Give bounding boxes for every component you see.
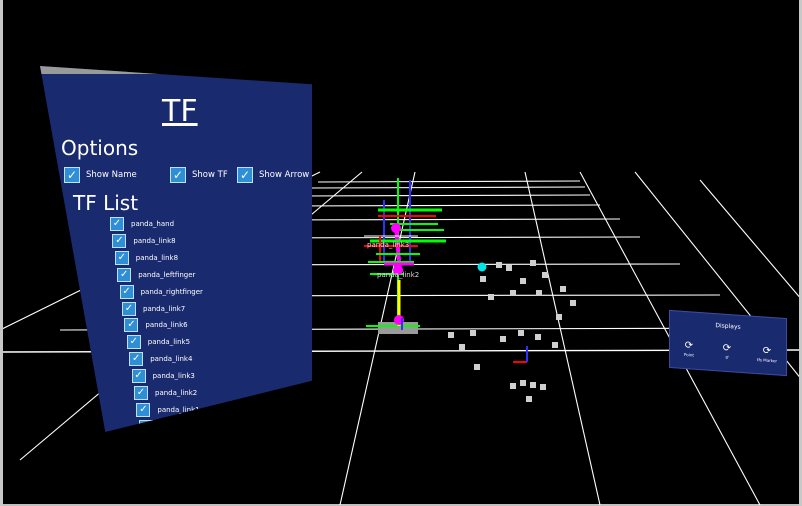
tf-list-item[interactable]: ✓ panda_rightfinger	[119, 284, 203, 299]
options-heading: Options	[61, 136, 139, 160]
tf-list-item[interactable]: ✓ panda_link8	[114, 250, 179, 265]
checkmark-icon[interactable]: ✓	[122, 301, 136, 316]
displays-panel-title: Displays	[715, 322, 741, 331]
checkmark-icon[interactable]: ✓	[170, 167, 186, 183]
tf-list-item-label: panda_rightfinger	[140, 287, 203, 296]
display-point-button[interactable]: ⟳ Point	[674, 339, 704, 358]
robot-tf-cluster	[364, 178, 446, 334]
scene-label-panda-link2: panda_link2	[377, 271, 420, 279]
tf-list-item[interactable]: ✓ panda_leftfinger	[117, 267, 196, 282]
show-arrow-toggle[interactable]: ✓ Show Arrow	[237, 167, 309, 183]
show-name-label: Show Name	[86, 170, 137, 180]
checkmark-icon[interactable]: ✓	[112, 233, 127, 248]
tf-list-item[interactable]: ✓ panda_link8	[112, 233, 176, 248]
refresh-icon: ⟳	[684, 339, 694, 352]
scene-label-panda-link3: panda_link3	[367, 241, 410, 249]
checkmark-icon[interactable]: ✓	[114, 250, 129, 265]
checkmark-icon[interactable]: ✓	[110, 217, 124, 231]
tf-list-heading: TF List	[73, 191, 139, 215]
show-arrow-label: Show Arrow	[259, 170, 310, 180]
tf-list-item[interactable]: ✓ panda_link4	[129, 352, 193, 367]
checkmark-icon[interactable]: ✓	[131, 369, 146, 384]
displays-panel: Displays ⟳ Point ⟳ tf ⟳ tfs Marker	[669, 309, 787, 377]
tf-list-item-label: panda_hand	[131, 220, 175, 228]
checkmark-icon[interactable]: ✓	[124, 318, 139, 333]
checkmark-icon[interactable]: ✓	[117, 267, 132, 282]
tf-list-item[interactable]: ✓ panda_link6	[124, 318, 188, 333]
display-tf-label: tf	[725, 354, 729, 361]
display-point-label: Point	[684, 351, 694, 358]
checkmark-icon[interactable]: ✓	[126, 335, 141, 350]
checkmark-icon[interactable]: ✓	[119, 284, 134, 299]
tf-list-item[interactable]: ✓ panda_link7	[122, 301, 186, 316]
checkmark-icon[interactable]: ✓	[64, 167, 80, 183]
point-cloud	[448, 260, 576, 402]
refresh-icon: ⟳	[722, 342, 732, 355]
tf-list-item-label: panda_link2	[155, 389, 198, 397]
tf-list-item[interactable]: ✓ panda_hand	[110, 217, 174, 231]
checkmark-icon[interactable]: ✓	[237, 167, 253, 183]
tf-list-item-label: panda_link7	[143, 304, 186, 313]
tf-list-item-label: panda_leftfinger	[138, 270, 196, 279]
tf-list-item[interactable]: ✓ panda_link5	[126, 335, 191, 350]
tf-list-item-label: panda_link3	[152, 372, 195, 381]
checkmark-icon[interactable]: ✓	[129, 352, 144, 367]
tf-panel-title: TF	[162, 94, 198, 129]
display-tf-button[interactable]: ⟳ tf	[712, 342, 742, 361]
marker-sphere	[477, 262, 487, 272]
tf-list-item-label: panda_link5	[147, 338, 191, 347]
tf-list-item[interactable]: ✓ panda_link3	[131, 369, 195, 384]
viewport-border-left	[0, 0, 3, 506]
tf-list-item-label: panda_link4	[150, 355, 193, 364]
display-tfs-marker-button[interactable]: ⟳ tfs Marker	[752, 345, 782, 364]
tf-list-item-label: panda_link8	[133, 236, 176, 245]
show-tf-label: Show TF	[192, 170, 228, 180]
tf-axes-small	[513, 346, 528, 363]
display-tfs-marker-label: tfs Marker	[756, 357, 778, 364]
tf-list-item-label: panda_link6	[145, 321, 188, 330]
tf-list-item[interactable]: ✓ panda_link2	[134, 386, 197, 400]
checkmark-icon[interactable]: ✓	[134, 386, 148, 400]
show-tf-toggle[interactable]: ✓ Show TF	[170, 167, 228, 183]
checkmark-icon[interactable]: ✓	[136, 402, 151, 417]
tf-list-item-label: panda_link8	[135, 253, 179, 262]
show-name-toggle[interactable]: ✓ Show Name	[64, 167, 137, 183]
